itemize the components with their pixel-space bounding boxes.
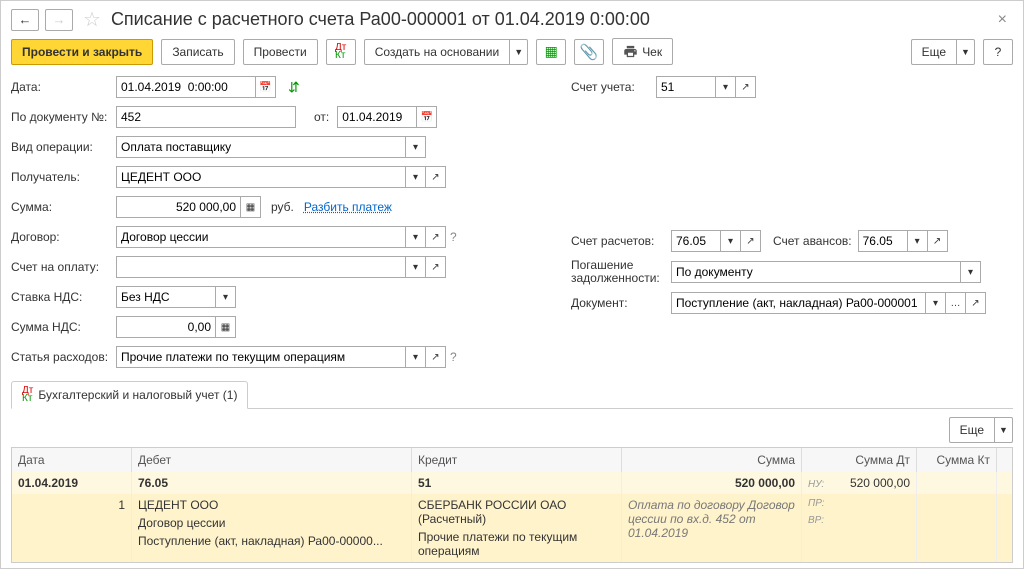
forward-button[interactable]: → — [45, 9, 73, 31]
recipient-input[interactable] — [116, 166, 406, 188]
help-button[interactable]: ? — [983, 39, 1013, 65]
open-icon[interactable]: ↗ — [426, 166, 446, 188]
docdate-input[interactable] — [337, 106, 417, 128]
calendar-icon[interactable]: 📅 — [417, 106, 437, 128]
chevron-down-icon[interactable]: ▼ — [510, 39, 528, 65]
table-row[interactable]: 1 ЦЕДЕНТ ООО Договор цессии Поступление … — [12, 494, 1012, 562]
create-based-button[interactable]: Создать на основании ▼ — [364, 39, 529, 65]
expense-label: Статья расходов: — [11, 350, 116, 364]
chevron-down-icon[interactable]: ▾ — [406, 256, 426, 278]
more-button[interactable]: Еще ▼ — [911, 39, 975, 65]
open-icon[interactable]: ↗ — [736, 76, 756, 98]
open-icon[interactable]: ↗ — [426, 346, 446, 368]
invoice-label: Счет на оплату: — [11, 260, 116, 274]
calc-account-input[interactable] — [671, 230, 721, 252]
chevron-down-icon[interactable]: ▾ — [406, 226, 426, 248]
help-icon[interactable]: ? — [450, 230, 457, 244]
vatsum-label: Сумма НДС: — [11, 320, 116, 334]
reorder-icon[interactable]: ⇵ — [288, 79, 300, 96]
expense-input[interactable] — [116, 346, 406, 368]
adv-account-label: Счет авансов: — [773, 234, 852, 248]
open-icon[interactable]: ↗ — [966, 292, 986, 314]
vat-label: Ставка НДС: — [11, 290, 116, 304]
adv-account-input[interactable] — [858, 230, 908, 252]
open-icon[interactable]: ↗ — [426, 226, 446, 248]
account-label: Счет учета: — [571, 80, 656, 94]
vatsum-input[interactable] — [116, 316, 216, 338]
recipient-label: Получатель: — [11, 170, 116, 184]
docnum-label: По документу №: — [11, 110, 116, 124]
col-sumkt[interactable]: Сумма Кт — [917, 448, 997, 472]
close-icon[interactable]: × — [992, 9, 1013, 31]
star-icon[interactable]: ☆ — [83, 7, 101, 32]
dtkt-movements-button[interactable]: ДтКт — [326, 39, 356, 65]
back-button[interactable]: ← — [11, 9, 39, 31]
currency-label: руб. — [271, 200, 294, 214]
dtkt-icon: ДтКт — [22, 387, 33, 403]
grid-more-button[interactable]: Еще ▼ — [949, 417, 1013, 443]
col-date[interactable]: Дата — [12, 448, 132, 472]
sum-input[interactable] — [116, 196, 241, 218]
calc-icon[interactable]: ▦ — [241, 196, 261, 218]
ellipsis-icon[interactable]: … — [946, 292, 966, 314]
document-label: Документ: — [571, 296, 671, 310]
calc-icon[interactable]: ▦ — [216, 316, 236, 338]
col-sum[interactable]: Сумма — [622, 448, 802, 472]
chevron-down-icon[interactable]: ▾ — [216, 286, 236, 308]
window-title: Списание с расчетного счета Ра00-000001 … — [111, 9, 986, 30]
chevron-down-icon[interactable]: ▾ — [926, 292, 946, 314]
cheque-button[interactable]: Чек — [612, 38, 673, 65]
chevron-down-icon[interactable]: ▾ — [406, 346, 426, 368]
chevron-down-icon[interactable]: ▾ — [716, 76, 736, 98]
chevron-down-icon[interactable]: ▾ — [721, 230, 741, 252]
debt-input[interactable] — [671, 261, 961, 283]
chevron-down-icon[interactable]: ▾ — [406, 166, 426, 188]
invoice-input[interactable] — [116, 256, 406, 278]
open-icon[interactable]: ↗ — [426, 256, 446, 278]
chevron-down-icon[interactable]: ▾ — [961, 261, 981, 283]
post-and-close-button[interactable]: Провести и закрыть — [11, 39, 153, 65]
tab-accounting[interactable]: ДтКт Бухгалтерский и налоговый учет (1) — [11, 381, 248, 409]
printer-icon — [623, 44, 638, 59]
account-input[interactable] — [656, 76, 716, 98]
chevron-down-icon[interactable]: ▼ — [995, 417, 1013, 443]
calendar-icon[interactable]: 📅 — [256, 76, 276, 98]
col-debit[interactable]: Дебет — [132, 448, 412, 472]
open-icon[interactable]: ↗ — [928, 230, 948, 252]
open-icon[interactable]: ↗ — [741, 230, 761, 252]
attach-button[interactable]: 📎 — [574, 39, 604, 65]
operation-input[interactable] — [116, 136, 406, 158]
chevron-down-icon[interactable]: ▾ — [406, 136, 426, 158]
accounting-grid: Дата Дебет Кредит Сумма Сумма Дт Сумма К… — [11, 447, 1013, 563]
contract-input[interactable] — [116, 226, 406, 248]
document-input[interactable] — [671, 292, 926, 314]
help-icon[interactable]: ? — [450, 350, 457, 364]
ot-label: от: — [314, 110, 329, 124]
vat-input[interactable] — [116, 286, 216, 308]
col-credit[interactable]: Кредит — [412, 448, 622, 472]
debt-label: Погашение задолженности: — [571, 259, 671, 285]
post-button[interactable]: Провести — [243, 39, 318, 65]
operation-label: Вид операции: — [11, 140, 116, 154]
split-payment-link[interactable]: Разбить платеж — [304, 200, 392, 214]
date-label: Дата: — [11, 80, 116, 94]
sum-label: Сумма: — [11, 200, 116, 214]
col-sumdt[interactable]: Сумма Дт — [802, 448, 917, 472]
calc-account-label: Счет расчетов: — [571, 234, 671, 248]
structure-button[interactable]: ▦ — [536, 39, 566, 65]
save-button[interactable]: Записать — [161, 39, 234, 65]
table-row[interactable]: 01.04.2019 76.05 51 520 000,00 НУ:520 00… — [12, 472, 1012, 494]
date-input[interactable] — [116, 76, 256, 98]
docnum-input[interactable] — [116, 106, 296, 128]
chevron-down-icon[interactable]: ▼ — [957, 39, 975, 65]
chevron-down-icon[interactable]: ▾ — [908, 230, 928, 252]
contract-label: Договор: — [11, 230, 116, 244]
